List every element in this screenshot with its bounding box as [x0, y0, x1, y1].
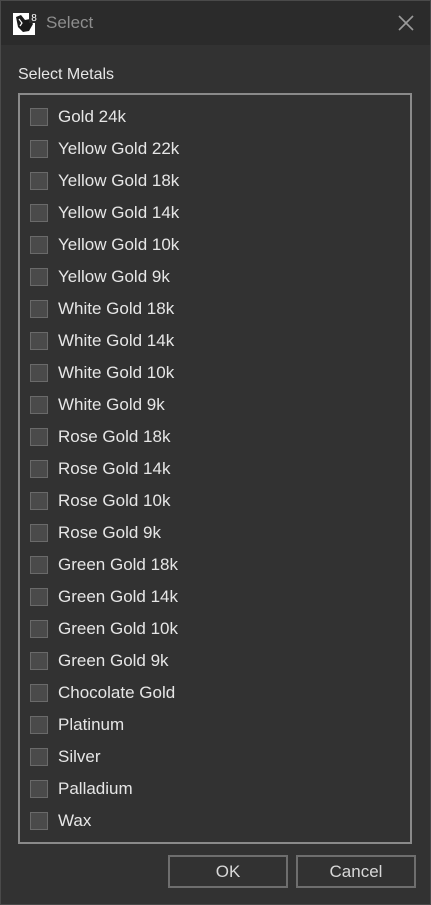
close-button[interactable] — [389, 8, 423, 38]
checkbox-label: White Gold 9k — [58, 395, 165, 414]
checkbox-label: Yellow Gold 9k — [58, 267, 170, 286]
checkbox[interactable] — [30, 716, 48, 734]
checkbox-label: Gold 24k — [58, 107, 127, 126]
checkbox[interactable] — [30, 556, 48, 574]
checkbox[interactable] — [30, 780, 48, 798]
checkbox-label: Rose Gold 10k — [58, 491, 171, 510]
checkbox[interactable] — [30, 460, 48, 478]
checkbox-label: White Gold 14k — [58, 331, 175, 350]
metal-checkbox-item[interactable]: Palladium — [30, 775, 133, 803]
select-dialog: 8 Select Select Metals Gold 24k Yellow Go… — [0, 0, 431, 905]
checkbox[interactable] — [30, 300, 48, 318]
checkbox-label: White Gold 10k — [58, 363, 175, 382]
version-badge: 8 — [31, 13, 37, 24]
metal-checkbox-item[interactable]: Yellow Gold 14k — [30, 199, 179, 227]
checkbox-label: Rose Gold 9k — [58, 523, 161, 542]
metal-checkbox-item[interactable]: Green Gold 9k — [30, 647, 169, 675]
metal-checkbox-item[interactable]: Yellow Gold 10k — [30, 231, 179, 259]
checkbox[interactable] — [30, 332, 48, 350]
title-bar[interactable]: 8 Select — [1, 1, 430, 45]
checkbox-label: Green Gold 14k — [58, 587, 179, 606]
metal-checkbox-item[interactable]: Platinum — [30, 711, 124, 739]
checkbox-label: Rose Gold 14k — [58, 459, 171, 478]
checkbox-label: Wax — [58, 811, 92, 830]
checkbox-label: Yellow Gold 22k — [58, 139, 180, 158]
metal-checkbox-item[interactable]: White Gold 14k — [30, 327, 174, 355]
metal-checkbox-item[interactable]: Green Gold 10k — [30, 615, 178, 643]
checkbox-label: Rose Gold 18k — [58, 427, 171, 446]
metal-checkbox-item[interactable]: Rose Gold 18k — [30, 423, 170, 451]
checkbox-label: Platinum — [58, 715, 125, 734]
checkbox[interactable] — [30, 812, 48, 830]
checkbox[interactable] — [30, 524, 48, 542]
checkbox[interactable] — [30, 652, 48, 670]
group-label: Select Metals — [18, 66, 115, 83]
checkbox-label: Green Gold 10k — [58, 619, 179, 638]
metal-checkbox-item[interactable]: White Gold 9k — [30, 391, 165, 419]
checkbox-label: Silver — [58, 747, 101, 766]
metal-checkbox-item[interactable]: Green Gold 14k — [30, 583, 178, 611]
metal-checkbox-item[interactable]: Rose Gold 9k — [30, 519, 161, 547]
checkbox[interactable] — [30, 204, 48, 222]
checkbox-label: White Gold 18k — [58, 299, 175, 318]
ok-button[interactable]: OK — [168, 855, 288, 888]
checkbox[interactable] — [30, 620, 48, 638]
metal-checkbox-item[interactable]: Yellow Gold 18k — [30, 167, 179, 195]
checkbox[interactable] — [30, 492, 48, 510]
rhino-app-icon: 8 — [13, 11, 39, 35]
checkbox[interactable] — [30, 748, 48, 766]
checkbox-label: Chocolate Gold — [58, 683, 176, 702]
checkbox-label: Yellow Gold 18k — [58, 171, 180, 190]
metal-checkbox-item[interactable]: White Gold 18k — [30, 295, 174, 323]
checkbox[interactable] — [30, 140, 48, 158]
metal-checkbox-item[interactable]: Yellow Gold 22k — [30, 135, 179, 163]
metal-checkbox-item[interactable]: Silver — [30, 743, 101, 771]
metal-checkbox-item[interactable]: White Gold 10k — [30, 359, 174, 387]
metal-checkbox-item[interactable]: Chocolate Gold — [30, 679, 175, 707]
metal-checkbox-item[interactable]: Rose Gold 10k — [30, 487, 170, 515]
checkbox-label: Green Gold 18k — [58, 555, 179, 574]
cancel-button[interactable]: Cancel — [296, 855, 416, 888]
checkbox[interactable] — [30, 108, 48, 126]
checkbox[interactable] — [30, 364, 48, 382]
checkbox-label: Green Gold 9k — [58, 651, 169, 670]
metal-checkbox-item[interactable]: Yellow Gold 9k — [30, 263, 170, 291]
metal-checkbox-item[interactable]: Wax — [30, 807, 91, 835]
checkbox[interactable] — [30, 588, 48, 606]
checkbox-label: Yellow Gold 10k — [58, 235, 180, 254]
metal-checkbox-item[interactable]: Gold 24k — [30, 103, 126, 131]
checkbox-label: Palladium — [58, 779, 133, 798]
checkbox[interactable] — [30, 268, 48, 286]
checkbox[interactable] — [30, 684, 48, 702]
checkbox[interactable] — [30, 396, 48, 414]
window-title: Select — [46, 13, 94, 32]
checkbox[interactable] — [30, 172, 48, 190]
metal-checkbox-item[interactable]: Green Gold 18k — [30, 551, 178, 579]
checkbox[interactable] — [30, 428, 48, 446]
metals-checkbox-list: Gold 24k Yellow Gold 22k Yellow Gold 18k Ye… — [18, 93, 412, 844]
close-icon — [398, 15, 414, 31]
metal-checkbox-item[interactable]: Rose Gold 14k — [30, 455, 170, 483]
checkbox-label: Yellow Gold 14k — [58, 203, 180, 222]
checkbox[interactable] — [30, 236, 48, 254]
